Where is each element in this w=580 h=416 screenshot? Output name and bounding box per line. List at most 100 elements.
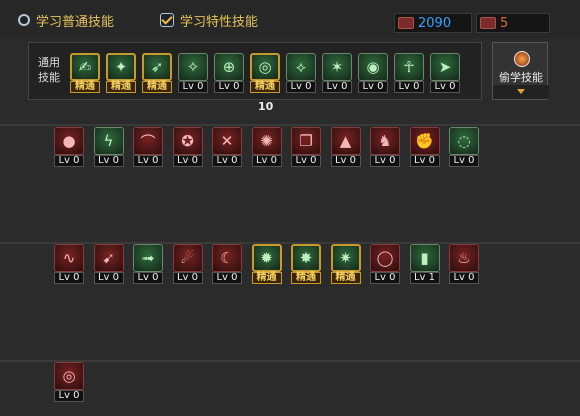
skill-level: Lv 0 xyxy=(93,155,124,167)
skill-slot[interactable]: ✸ 精通 xyxy=(291,244,321,284)
skill-slot[interactable]: ⊕ Lv 0 xyxy=(214,53,244,93)
skill-slot[interactable]: ✹ 精通 xyxy=(251,244,282,284)
runner-icon[interactable]: ➶ xyxy=(142,53,172,81)
skill-slot[interactable]: ◎ 精通 xyxy=(250,53,280,93)
kick-icon[interactable]: ⟡ xyxy=(286,53,316,81)
skill-slot[interactable]: ♨ Lv 0 xyxy=(449,244,479,284)
skill-slot[interactable]: ➶ 精通 xyxy=(142,53,172,93)
sprint-icon[interactable]: ➟ xyxy=(133,244,163,272)
skill-slot[interactable]: ⌒ Lv 0 xyxy=(133,127,163,167)
skill-slot[interactable]: ▲ Lv 0 xyxy=(330,127,361,167)
pillar-icon[interactable]: ▮ xyxy=(409,244,440,272)
whip-icon[interactable]: ∿ xyxy=(54,244,84,272)
skill-level: Lv 0 xyxy=(409,155,440,167)
skill-level: Lv 0 xyxy=(54,155,84,167)
skill-level: 精通 xyxy=(250,81,280,93)
skill-slot[interactable]: ◎ Lv 0 xyxy=(54,362,84,402)
scroll-man-icon[interactable]: ✍ xyxy=(70,53,100,81)
crosshair-icon[interactable]: ⊕ xyxy=(214,53,244,81)
surge-icon[interactable]: ✷ xyxy=(330,244,361,272)
skill-level: Lv 0 xyxy=(370,272,400,284)
skill-slot[interactable]: ➤ Lv 0 xyxy=(430,53,460,93)
skill-level: 精通 xyxy=(70,81,100,93)
burst-icon[interactable]: ✺ xyxy=(251,127,282,155)
beast-icon[interactable]: ♞ xyxy=(370,127,400,155)
skill-slot[interactable]: ❐ Lv 0 xyxy=(291,127,321,167)
skill-slot[interactable]: ● Lv 0 xyxy=(54,127,84,167)
moon-icon[interactable]: ☾ xyxy=(212,244,242,272)
skill-slot[interactable]: ☾ Lv 0 xyxy=(212,244,242,284)
tab-label: 学习普通技能 xyxy=(36,14,115,30)
skill-slot[interactable]: ➹ Lv 0 xyxy=(93,244,124,284)
tab-normal-skills[interactable]: 学习普通技能 xyxy=(18,10,114,30)
eye-icon[interactable]: ◉ xyxy=(358,53,388,81)
tab-special-skills[interactable]: 学习特性技能 xyxy=(160,10,258,30)
skill-level: Lv 0 xyxy=(330,155,361,167)
roar-icon[interactable]: ✸ xyxy=(291,244,321,272)
flame-icon[interactable]: ♨ xyxy=(449,244,479,272)
tower-icon[interactable]: ▲ xyxy=(330,127,361,155)
skill-level: Lv 0 xyxy=(251,155,282,167)
skill-slot[interactable]: ✶ Lv 0 xyxy=(322,53,352,93)
figure-icon[interactable]: ☥ xyxy=(394,53,424,81)
skill-slot[interactable]: ✕ Lv 0 xyxy=(212,127,242,167)
skill-slot[interactable]: ✊ Lv 0 xyxy=(409,127,440,167)
skill-slot[interactable]: ✧ Lv 0 xyxy=(178,53,208,93)
tp-icon xyxy=(480,17,496,29)
skill-slot[interactable]: ◌ Lv 0 xyxy=(449,127,479,167)
blast-icon[interactable]: ✹ xyxy=(251,244,282,272)
skill-slot[interactable]: ✷ 精通 xyxy=(330,244,361,284)
swirl-icon[interactable]: ◌ xyxy=(449,127,479,155)
fireball-icon[interactable]: ☄ xyxy=(172,244,203,272)
orb-icon[interactable]: ● xyxy=(54,127,84,155)
skill-slot[interactable]: ☄ Lv 0 xyxy=(172,244,203,284)
skill-level: Lv 0 xyxy=(370,155,400,167)
chevron-down-icon[interactable] xyxy=(493,85,549,99)
skill-slot[interactable]: ♞ Lv 0 xyxy=(370,127,400,167)
skill-slot[interactable]: ➟ Lv 0 xyxy=(133,244,163,284)
dash-icon[interactable]: ➤ xyxy=(430,53,460,81)
shot-icon[interactable]: ➹ xyxy=(93,244,124,272)
fist-icon[interactable]: ✊ xyxy=(409,127,440,155)
book-icon[interactable]: ❐ xyxy=(291,127,321,155)
skill-level: Lv 0 xyxy=(172,155,203,167)
skill-level: Lv 0 xyxy=(286,81,316,93)
target-icon[interactable]: ◎ xyxy=(250,53,280,81)
slash-cross-icon[interactable]: ✕ xyxy=(212,127,242,155)
vortex-icon[interactable]: ◎ xyxy=(54,362,84,390)
skill-level: Lv 0 xyxy=(133,155,163,167)
steal-skills-label: 偷学技能 xyxy=(499,71,543,84)
skill-level: Lv 0 xyxy=(54,390,84,402)
skill-slot[interactable]: ✺ Lv 0 xyxy=(251,127,282,167)
skill-level: Lv 0 xyxy=(449,155,479,167)
skill-level: Lv 0 xyxy=(430,81,460,93)
skill-slot[interactable]: ◉ Lv 0 xyxy=(358,53,388,93)
wings-icon[interactable]: ✧ xyxy=(178,53,208,81)
steal-skills-button[interactable]: 偷学技能 xyxy=(492,42,549,100)
radio-icon[interactable] xyxy=(18,14,30,26)
skill-level: Lv 0 xyxy=(54,272,84,284)
tp-counter: 5 xyxy=(476,13,550,33)
skill-slot[interactable]: ◯ Lv 0 xyxy=(370,244,400,284)
skill-slot[interactable]: ✪ Lv 0 xyxy=(172,127,203,167)
ring-icon[interactable]: ◯ xyxy=(370,244,400,272)
general-count: 10 xyxy=(258,100,274,113)
skill-slot[interactable]: ✦ 精通 xyxy=(106,53,136,93)
skill-level: Lv 0 xyxy=(358,81,388,93)
skill-slot[interactable]: ✍ 精通 xyxy=(70,53,100,93)
skill-slot[interactable]: ▮ Lv 1 xyxy=(409,244,440,284)
skill-slot[interactable]: ⟡ Lv 0 xyxy=(286,53,316,93)
emblem-icon[interactable]: ✪ xyxy=(172,127,203,155)
tp-value: 5 xyxy=(500,15,509,31)
skill-level: Lv 0 xyxy=(178,81,208,93)
flame-arm-icon[interactable]: ✦ xyxy=(106,53,136,81)
checkbox-icon[interactable] xyxy=(160,13,174,27)
skill-slot[interactable]: ϟ Lv 0 xyxy=(93,127,124,167)
leap-icon[interactable]: ✶ xyxy=(322,53,352,81)
skill-level: Lv 0 xyxy=(212,272,242,284)
bow-icon[interactable]: ⌒ xyxy=(133,127,163,155)
lightning-figure-icon[interactable]: ϟ xyxy=(93,127,124,155)
skill-slot[interactable]: ∿ Lv 0 xyxy=(54,244,84,284)
skill-slot[interactable]: ☥ Lv 0 xyxy=(394,53,424,93)
skill-level: Lv 0 xyxy=(322,81,352,93)
